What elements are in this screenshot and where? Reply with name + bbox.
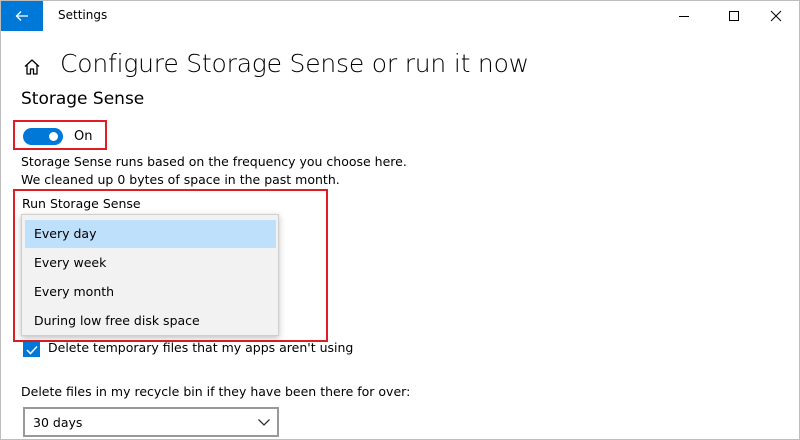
run-frequency-dropdown-list: Every day Every week Every month During … (21, 214, 279, 336)
settings-window: Settings Configure Storage Sense or run … (0, 0, 800, 440)
temp-files-label: Delete temporary files that my apps aren… (48, 340, 354, 355)
dropdown-option-every-day[interactable]: Every day (25, 220, 276, 248)
storage-sense-toggle-highlight: On (13, 120, 107, 150)
checkmark-icon (25, 345, 38, 355)
maximize-icon (729, 11, 739, 21)
run-storage-sense-label: Run Storage Sense (22, 196, 141, 211)
maximize-button[interactable] (711, 1, 757, 31)
close-button[interactable] (753, 1, 799, 31)
title-bar: Settings (1, 1, 799, 31)
recycle-bin-select[interactable]: 30 days (23, 407, 279, 437)
recycle-bin-select-value: 30 days (33, 415, 83, 430)
app-title: Settings (58, 8, 108, 22)
recycle-bin-label: Delete files in my recycle bin if they h… (21, 384, 411, 399)
storage-sense-toggle[interactable] (23, 128, 63, 145)
minimize-button[interactable] (661, 1, 707, 31)
dropdown-option-low-disk-space[interactable]: During low free disk space (25, 307, 276, 335)
home-icon[interactable] (22, 57, 42, 77)
dropdown-option-every-month[interactable]: Every month (25, 278, 276, 306)
storage-sense-description: Storage Sense runs based on the frequenc… (21, 154, 407, 187)
minimize-icon (679, 16, 689, 17)
temp-files-checkbox[interactable] (23, 342, 40, 357)
page-title: Configure Storage Sense or run it now (60, 49, 529, 78)
section-title-storage-sense: Storage Sense (21, 89, 145, 109)
close-icon (770, 10, 782, 22)
back-button[interactable] (1, 1, 43, 31)
toggle-state-label: On (74, 129, 93, 144)
chevron-down-icon (258, 419, 270, 426)
toggle-knob (49, 132, 58, 141)
back-arrow-icon (15, 11, 28, 21)
dropdown-option-every-week[interactable]: Every week (25, 249, 276, 277)
